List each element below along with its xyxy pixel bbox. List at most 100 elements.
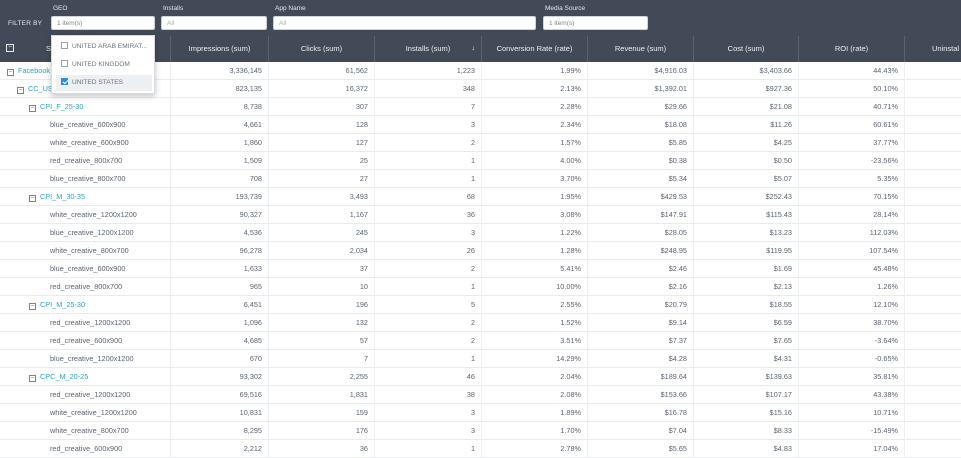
cell-roi: -0.65%: [874, 354, 898, 363]
cell-impressions: 8,295: [243, 426, 262, 435]
cell-installs: 3: [470, 120, 475, 129]
cell-cost: $0.50: [773, 156, 792, 165]
cell-cost: $13.23: [769, 228, 792, 237]
column-divider: [587, 62, 588, 458]
row-name-label: white_creative_800x700: [50, 426, 129, 435]
cell-roi: 60.61%: [873, 120, 898, 129]
row-name-label[interactable]: CPC_M_20-25: [40, 372, 88, 381]
checkbox-unchecked-icon[interactable]: [61, 60, 68, 67]
geo-option-us[interactable]: UNITED STATES: [56, 75, 152, 91]
geo-option-label: UNITED ARAB EMIRAT...: [72, 43, 147, 50]
column-divider: [693, 62, 694, 458]
arrow-down-icon[interactable]: ↓: [472, 36, 476, 62]
collapse-icon[interactable]: −: [7, 69, 14, 76]
collapse-icon[interactable]: −: [29, 105, 36, 112]
cell-cost: $15.16: [769, 408, 792, 417]
collapse-icon[interactable]: −: [29, 195, 36, 202]
cell-roi: 43.38%: [873, 390, 898, 399]
column-header-conversion-rate[interactable]: Conversion Rate (rate): [481, 36, 587, 62]
cell-installs: 3: [470, 408, 475, 417]
cell-cost: $7.65: [773, 336, 792, 345]
cell-cost: $1.69: [773, 264, 792, 273]
row-name-label: white_creative_800x700: [50, 246, 129, 255]
cell-impressions: 4,536: [243, 228, 262, 237]
installs-filter-input[interactable]: All: [161, 16, 267, 30]
column-header-impressions[interactable]: Impressions (sum): [170, 36, 268, 62]
row-name-label: red_creative_800x700: [50, 282, 123, 291]
cell-installs: 2: [470, 264, 475, 273]
cell-roi: 12.10%: [873, 300, 898, 309]
cell-revenue: $29.66: [664, 102, 687, 111]
collapse-icon[interactable]: −: [17, 87, 24, 94]
cell-clicks: 37: [359, 264, 368, 273]
cell-impressions: 670: [249, 354, 262, 363]
cell-roi: 107.54%: [869, 246, 898, 255]
cell-cost: $139.63: [765, 372, 792, 381]
cell-cost: $119.95: [766, 246, 792, 255]
media-source-filter-input[interactable]: 1 item(s): [543, 16, 648, 30]
cell-impressions: 1,509: [243, 156, 262, 165]
cell-revenue: $5.85: [668, 138, 687, 147]
cell-impressions: 6,451: [243, 300, 262, 309]
row-name-label[interactable]: CPI_M_30-35: [40, 192, 85, 201]
cell-clicks: 2,255: [349, 372, 368, 381]
row-name-label: red_creative_600x900: [50, 336, 123, 345]
cell-conv: 1.57%: [560, 138, 581, 147]
collapse-icon[interactable]: −: [29, 375, 36, 382]
cell-clicks: 16,372: [345, 84, 368, 93]
row-name-label[interactable]: CC_US: [28, 84, 53, 93]
column-header-installs[interactable]: Installs (sum) ↓: [374, 36, 481, 62]
column-header-clicks[interactable]: Clicks (sum): [268, 36, 374, 62]
cell-revenue: $7.04: [668, 426, 687, 435]
geo-filter-input[interactable]: 1 item(s): [51, 16, 155, 30]
cell-installs: 1: [470, 156, 475, 165]
cell-revenue: $28.05: [664, 228, 687, 237]
cell-roi: 1.26%: [877, 282, 898, 291]
cell-conv: 1.70%: [560, 426, 581, 435]
cell-installs: 3: [470, 426, 475, 435]
row-name-label: white_creative_1200x1200: [50, 408, 137, 417]
collapse-icon[interactable]: −: [29, 303, 36, 310]
cell-revenue: $9.14: [668, 318, 687, 327]
cell-cost: $8.33: [773, 426, 792, 435]
column-header-uninstalls[interactable]: Uninstal: [904, 36, 961, 62]
app-name-filter-input[interactable]: All: [273, 16, 536, 30]
cell-roi: 10.71%: [873, 408, 898, 417]
installs-filter-title: Installs: [163, 5, 184, 12]
checkbox-checked-icon[interactable]: [61, 78, 68, 85]
column-divider: [170, 62, 171, 458]
geo-filter: GEO 1 item(s): [51, 3, 155, 30]
column-divider: [481, 62, 482, 458]
cell-installs: 1: [470, 174, 475, 183]
geo-option-uk[interactable]: UNITED KINGDOM: [56, 57, 152, 73]
column-divider: [798, 62, 799, 458]
row-name-label: red_creative_800x700: [50, 156, 123, 165]
cell-clicks: 159: [355, 408, 368, 417]
cell-revenue: $147.91: [660, 210, 687, 219]
cell-cost: $4.31: [773, 354, 792, 363]
row-name-label: blue_creative_600x900: [50, 120, 126, 129]
cell-clicks: 245: [355, 228, 368, 237]
cell-roi: 35.81%: [873, 372, 898, 381]
column-header-roi[interactable]: ROI (rate): [798, 36, 904, 62]
app-name-filter: App Name All: [273, 3, 536, 30]
column-header-revenue[interactable]: Revenue (sum): [587, 36, 693, 62]
cell-installs: 2: [470, 318, 475, 327]
cell-conv: 3.70%: [560, 174, 581, 183]
cell-clicks: 196: [355, 300, 368, 309]
installs-filter: Installs All: [161, 3, 267, 30]
row-name-label[interactable]: CPI_F_25-30: [40, 102, 83, 111]
column-header-cost[interactable]: Cost (sum): [693, 36, 798, 62]
checkbox-unchecked-icon[interactable]: [61, 42, 68, 49]
cell-clicks: 3,493: [349, 192, 368, 201]
geo-option-uae[interactable]: UNITED ARAB EMIRAT...: [56, 39, 152, 55]
cell-conv: 1.28%: [560, 246, 581, 255]
cell-conv: 2.78%: [560, 444, 581, 453]
row-name-label: blue_creative_1200x1200: [50, 228, 134, 237]
row-name-label: red_creative_1200x1200: [50, 318, 131, 327]
cell-impressions: 823,135: [235, 84, 262, 93]
cell-conv: 2.04%: [560, 372, 581, 381]
column-divider: [904, 62, 905, 458]
row-name-label[interactable]: CPI_M_25-30: [40, 300, 85, 309]
row-name-label[interactable]: Facebook: [18, 66, 50, 75]
